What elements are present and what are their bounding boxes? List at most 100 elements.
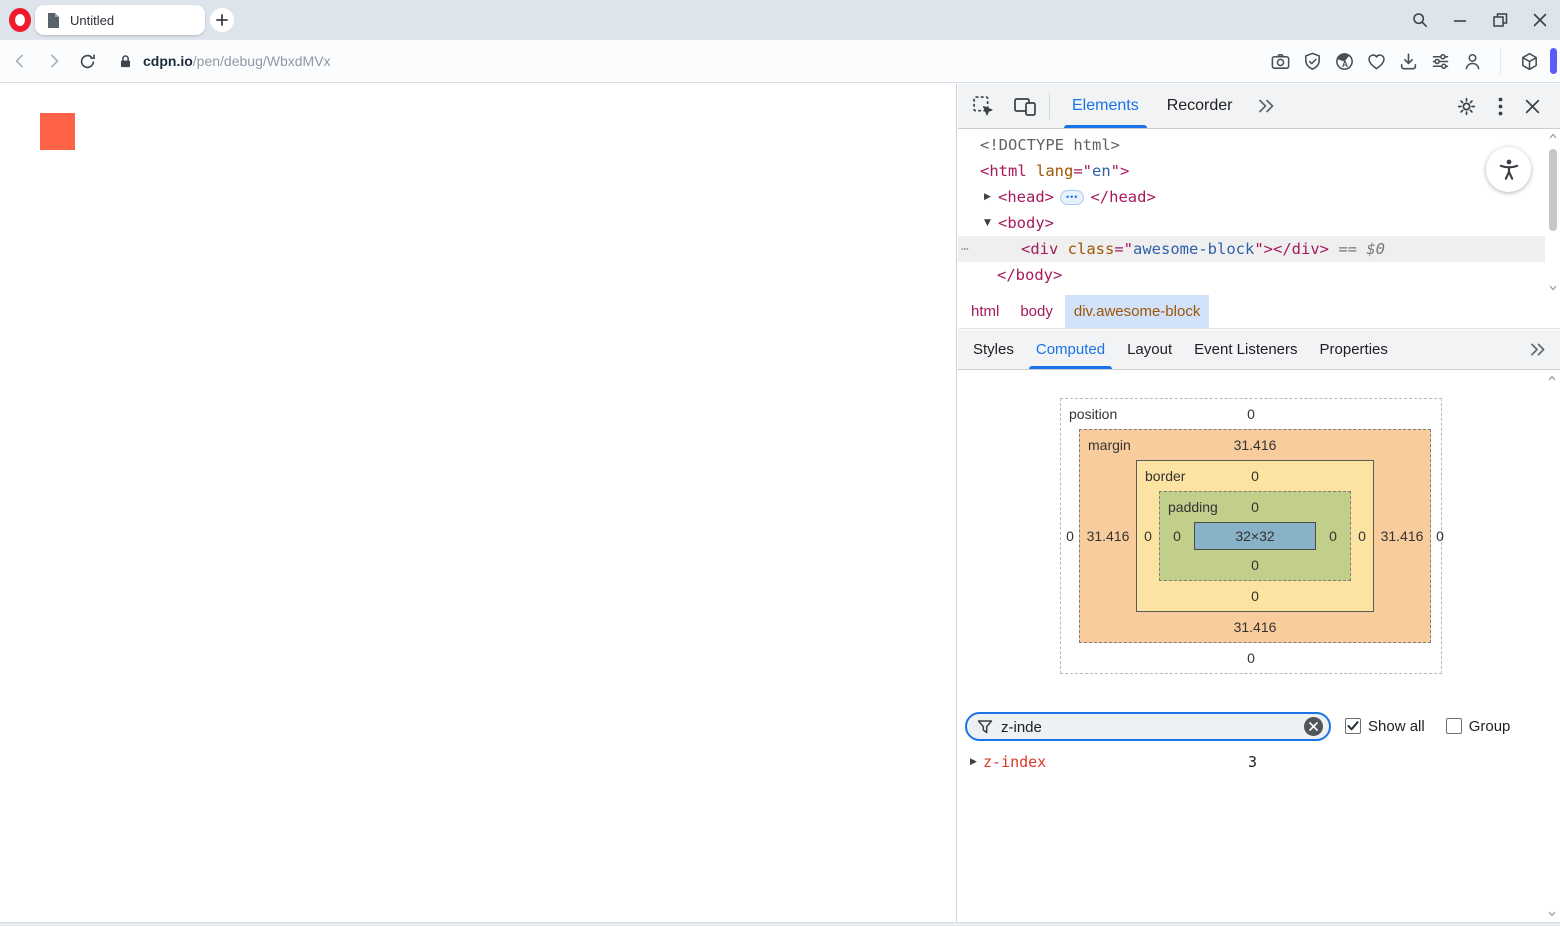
box-model-margin-top[interactable]: 31.416 [1234, 437, 1277, 453]
breadcrumb-item-div.awesome-block[interactable]: div.awesome-block [1065, 295, 1209, 328]
group-toggle[interactable]: Group [1446, 718, 1511, 735]
collapsed-children-pill[interactable]: ••• [1060, 190, 1084, 205]
more-pane-tabs-icon[interactable] [1529, 330, 1560, 369]
dom-line[interactable]: ▼<body> [958, 210, 1545, 236]
dom-line[interactable]: </body> [958, 262, 1545, 288]
show-all-checkbox[interactable] [1345, 718, 1361, 734]
filter-input[interactable] [999, 715, 1297, 740]
devtools-toolbar: ElementsRecorder [958, 84, 1560, 129]
box-model-padding-top[interactable]: 0 [1251, 499, 1259, 515]
dom-token-tag: =" [1114, 240, 1133, 258]
page-favicon-icon [46, 12, 61, 29]
inspect-element-icon[interactable] [972, 95, 995, 118]
box-model-border-top[interactable]: 0 [1251, 468, 1259, 484]
dom-token-val: en [1092, 162, 1111, 180]
devtools-panel: ElementsRecorder <!DOCTYPE html> <html la… [958, 84, 1560, 922]
scroll-up-icon [1549, 133, 1557, 139]
filter-funnel-icon [977, 719, 993, 735]
new-tab-button[interactable] [210, 8, 234, 32]
sidebar-accent-pill[interactable] [1550, 48, 1557, 74]
lock-icon[interactable] [113, 49, 137, 73]
dom-line[interactable]: ⋯<div class="awesome-block"></div> == $0 [958, 236, 1545, 262]
extensions-cube-icon[interactable] [1518, 50, 1540, 72]
dom-token-doctype: <!DOCTYPE html> [980, 136, 1120, 154]
dom-token-meta: $0 [1366, 240, 1385, 258]
pane-tab-styles[interactable]: Styles [962, 330, 1025, 369]
breadcrumb: htmlbodydiv.awesome-block [958, 295, 1560, 329]
box-model-border-label: border [1145, 468, 1185, 484]
box-model-position-bottom[interactable]: 0 [1247, 650, 1255, 666]
expand-arrow-icon[interactable]: ▶ [970, 757, 983, 767]
settings-gear-icon[interactable] [1456, 96, 1477, 117]
box-model-content[interactable]: 32×32 [1194, 522, 1316, 550]
computed-property-list: ▶z-index3 [958, 750, 1560, 774]
device-toolbar-icon[interactable] [1013, 96, 1037, 117]
pane-tab-properties[interactable]: Properties [1309, 330, 1399, 369]
box-model-padding-label: padding [1168, 499, 1218, 515]
easy-setup-sliders-icon[interactable] [1429, 50, 1451, 72]
box-model-padding-bottom[interactable]: 0 [1251, 557, 1259, 573]
breadcrumb-item-body[interactable]: body [1011, 295, 1062, 328]
dom-line[interactable]: <!DOCTYPE html> [958, 132, 1545, 158]
computed-filter-row: Show all Group [958, 711, 1560, 741]
minimize-button[interactable] [1451, 11, 1469, 29]
page-viewport[interactable] [0, 84, 957, 922]
more-panels-icon[interactable] [1247, 84, 1285, 128]
shield-check-icon[interactable] [1301, 50, 1323, 72]
devtools-tab-recorder[interactable]: Recorder [1153, 84, 1247, 128]
breadcrumb-item-html[interactable]: html [962, 295, 1008, 328]
clear-filter-icon[interactable] [1304, 717, 1323, 736]
box-model-padding-right[interactable]: 0 [1316, 528, 1350, 544]
dom-line[interactable]: ▶<head>•••</head> [958, 184, 1545, 210]
expand-arrow-icon[interactable]: ▶ [984, 192, 998, 202]
download-icon[interactable] [1397, 50, 1419, 72]
opera-logo-icon[interactable] [9, 8, 31, 32]
box-model-padding-left[interactable]: 0 [1160, 528, 1194, 544]
devtools-close-icon[interactable] [1524, 98, 1541, 115]
dom-line[interactable]: <html lang="en"> [958, 158, 1545, 184]
show-all-toggle[interactable]: Show all [1345, 718, 1425, 735]
translate-icon[interactable]: A [1333, 50, 1355, 72]
address-bar-divider [1500, 47, 1501, 75]
pane-tab-event-listeners[interactable]: Event Listeners [1183, 330, 1308, 369]
box-model-border-right[interactable]: 0 [1351, 528, 1373, 544]
heart-icon[interactable] [1365, 50, 1387, 72]
collapse-arrow-icon[interactable]: ▼ [984, 218, 998, 228]
browser-tab[interactable]: Untitled [35, 5, 205, 35]
toolbar-divider [1049, 93, 1050, 119]
back-button[interactable] [8, 49, 32, 73]
search-tabs-icon[interactable] [1411, 11, 1429, 29]
box-model-margin-left[interactable]: 31.416 [1080, 528, 1136, 544]
computed-property-row[interactable]: ▶z-index3 [958, 750, 1560, 774]
devtools-tab-elements[interactable]: Elements [1058, 84, 1153, 128]
pane-tab-layout[interactable]: Layout [1116, 330, 1183, 369]
close-window-button[interactable] [1531, 11, 1549, 29]
box-model-position-left[interactable]: 0 [1061, 528, 1079, 544]
scroll-down-icon [1549, 285, 1557, 291]
url-host: cdpn.io [143, 53, 193, 69]
address-bar: cdpn.io/pen/debug/WbxdMVx A [0, 40, 1560, 83]
url-text[interactable]: cdpn.io/pen/debug/WbxdMVx [143, 53, 331, 69]
pane-tab-computed[interactable]: Computed [1025, 330, 1116, 369]
filter-pill[interactable] [965, 712, 1331, 741]
box-model-border-bottom[interactable]: 0 [1251, 588, 1259, 604]
box-model-position-right[interactable]: 0 [1431, 528, 1449, 544]
group-checkbox[interactable] [1446, 718, 1462, 734]
snapshot-camera-icon[interactable] [1269, 50, 1291, 72]
forward-button[interactable] [42, 49, 66, 73]
dom-scroll-thumb[interactable] [1549, 149, 1557, 231]
reload-button[interactable] [75, 49, 99, 73]
computed-pane: position 0 0 margin 31.416 31.416 [958, 371, 1560, 922]
box-model-position-top[interactable]: 0 [1247, 406, 1255, 422]
profile-icon[interactable] [1461, 50, 1483, 72]
box-model-margin-bottom[interactable]: 31.416 [1234, 619, 1277, 635]
devtools-menu-icon[interactable] [1498, 97, 1503, 116]
box-model-border-left[interactable]: 0 [1137, 528, 1159, 544]
dom-token-tag: <div [1021, 240, 1068, 258]
accessibility-button[interactable] [1486, 147, 1531, 192]
dom-scrollbar[interactable] [1546, 131, 1560, 293]
restore-button[interactable] [1491, 11, 1509, 29]
dom-line-gutter-icon[interactable]: ⋯ [961, 242, 970, 257]
scroll-down-icon [1548, 911, 1556, 917]
box-model-margin-right[interactable]: 31.416 [1374, 528, 1430, 544]
